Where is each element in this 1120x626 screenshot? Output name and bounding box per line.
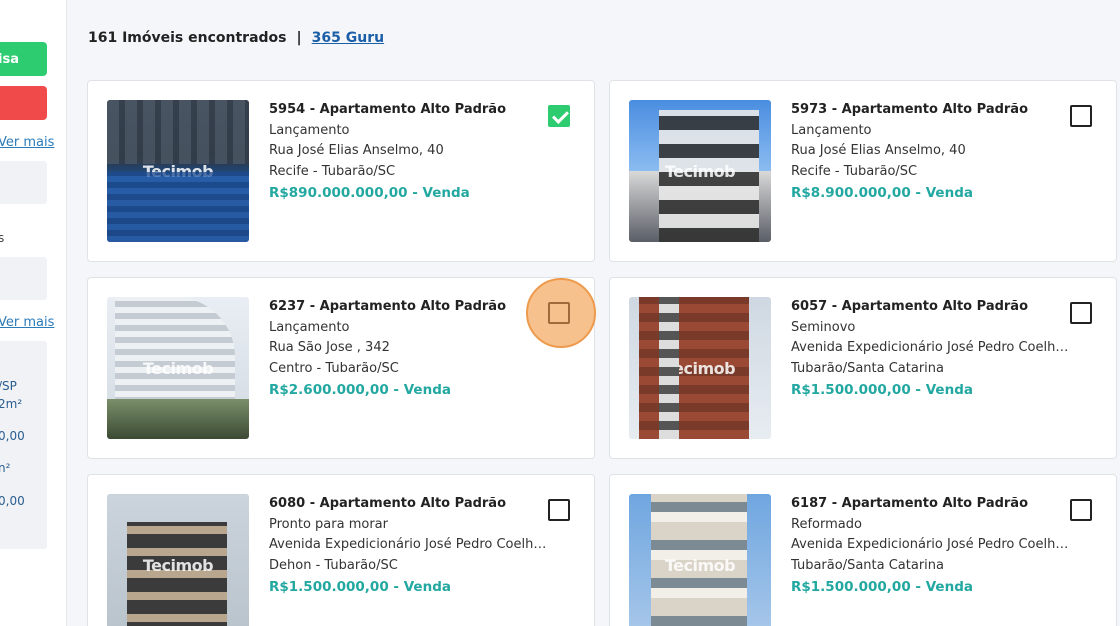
select-checkbox[interactable] [1070, 499, 1092, 521]
property-card[interactable]: Tecimob 6057 - Apartamento Alto Padrão S… [609, 277, 1117, 459]
search-button[interactable]: isa [0, 42, 47, 76]
property-title[interactable]: 5954 - Apartamento Alto Padrão [269, 100, 549, 121]
watermark: Tecimob [664, 556, 736, 575]
select-checkbox[interactable] [548, 302, 570, 324]
see-more-link-1[interactable]: Ver mais [0, 135, 54, 150]
watermark: Tecimob [142, 556, 214, 575]
filter-label-fragment: s [0, 231, 4, 245]
summary-area-fragment-2: n² [0, 461, 11, 475]
property-info: 6080 - Apartamento Alto Padrão Pronto pa… [269, 494, 549, 598]
property-status: Reformado [791, 516, 862, 532]
watermark: Tecimob [664, 162, 736, 181]
guru-link[interactable]: 365 Guru [312, 30, 384, 46]
filter-field-1[interactable] [0, 161, 47, 204]
select-checkbox[interactable] [1070, 105, 1092, 127]
results-header: 161 Imóveis encontrados | 365 Guru [88, 30, 384, 46]
property-address: Avenida Expedicionário José Pedro Coelho… [791, 537, 1071, 552]
property-price: R$890.000.000,00 - Venda [269, 185, 470, 201]
property-address: Avenida Expedicionário José Pedro Coelho… [269, 537, 549, 552]
property-info: 6187 - Apartamento Alto Padrão Reformado… [791, 494, 1071, 598]
filter-sidebar: isa Ver mais s Ver mais /SP 2m² 0,00 n² … [0, 0, 67, 626]
property-address: Avenida Expedicionário José Pedro Coelho… [791, 340, 1071, 355]
property-location: Tubarão/Santa Catarina [791, 557, 944, 573]
property-title[interactable]: 6057 - Apartamento Alto Padrão [791, 297, 1071, 318]
watermark: Tecimob [664, 359, 736, 378]
property-location: Recife - Tubarão/SC [269, 163, 396, 179]
property-title[interactable]: 5973 - Apartamento Alto Padrão [791, 100, 1071, 121]
property-price: R$1.500.000,00 - Venda [791, 579, 973, 595]
property-location: Tubarão/Santa Catarina [791, 360, 944, 376]
property-photo[interactable]: Tecimob [107, 297, 249, 439]
property-price: R$2.600.000,00 - Venda [269, 382, 451, 398]
results-count: 161 Imóveis encontrados [88, 30, 287, 46]
property-info: 5954 - Apartamento Alto Padrão Lançament… [269, 100, 549, 204]
property-price: R$1.500.000,00 - Venda [269, 579, 451, 595]
property-status: Pronto para morar [269, 516, 388, 532]
property-location: Dehon - Tubarão/SC [269, 557, 398, 573]
property-title[interactable]: 6237 - Apartamento Alto Padrão [269, 297, 549, 318]
property-card[interactable]: Tecimob 5954 - Apartamento Alto Padrão L… [87, 80, 595, 262]
clear-filters-button[interactable] [0, 86, 47, 120]
summary-location-fragment: /SP [0, 379, 17, 393]
property-title[interactable]: 6080 - Apartamento Alto Padrão [269, 494, 549, 515]
property-card[interactable]: Tecimob 6237 - Apartamento Alto Padrão L… [87, 277, 596, 459]
select-checkbox[interactable] [548, 499, 570, 521]
property-address: Rua José Elias Anselmo, 40 [791, 143, 966, 158]
property-price: R$1.500.000,00 - Venda [791, 382, 973, 398]
property-info: 5973 - Apartamento Alto Padrão Lançament… [791, 100, 1071, 204]
property-card[interactable]: Tecimob 5973 - Apartamento Alto Padrão L… [609, 80, 1117, 262]
header-separator: | [296, 30, 302, 46]
selected-property-summary [0, 341, 47, 549]
property-status: Lançamento [269, 122, 350, 138]
select-checkbox-checked[interactable] [548, 105, 570, 127]
watermark: Tecimob [142, 162, 214, 181]
filter-field-2[interactable] [0, 257, 47, 300]
watermark: Tecimob [142, 359, 214, 378]
summary-value-fragment-2: 0,00 [0, 494, 25, 508]
property-title[interactable]: 6187 - Apartamento Alto Padrão [791, 494, 1071, 515]
property-card[interactable]: Tecimob 6080 - Apartamento Alto Padrão P… [87, 474, 595, 626]
property-location: Recife - Tubarão/SC [791, 163, 918, 179]
property-card[interactable]: Tecimob 6187 - Apartamento Alto Padrão R… [609, 474, 1117, 626]
property-status: Seminovo [791, 319, 856, 335]
property-photo[interactable]: Tecimob [107, 100, 249, 242]
see-more-link-2[interactable]: Ver mais [0, 315, 54, 330]
select-checkbox[interactable] [1070, 302, 1092, 324]
property-location: Centro - Tubarão/SC [269, 360, 399, 376]
property-address: Rua José Elias Anselmo, 40 [269, 143, 444, 158]
property-photo[interactable]: Tecimob [629, 494, 771, 626]
property-price: R$8.900.000,00 - Venda [791, 185, 973, 201]
property-status: Lançamento [791, 122, 872, 138]
summary-value-fragment: 0,00 [0, 429, 25, 443]
summary-area-fragment: 2m² [0, 397, 23, 411]
property-photo[interactable]: Tecimob [629, 100, 771, 242]
property-info: 6237 - Apartamento Alto Padrão Lançament… [269, 297, 549, 401]
property-status: Lançamento [269, 319, 350, 335]
property-info: 6057 - Apartamento Alto Padrão Seminovo … [791, 297, 1071, 401]
property-address: Rua São Jose , 342 [269, 340, 390, 355]
property-photo[interactable]: Tecimob [107, 494, 249, 626]
property-photo[interactable]: Tecimob [629, 297, 771, 439]
